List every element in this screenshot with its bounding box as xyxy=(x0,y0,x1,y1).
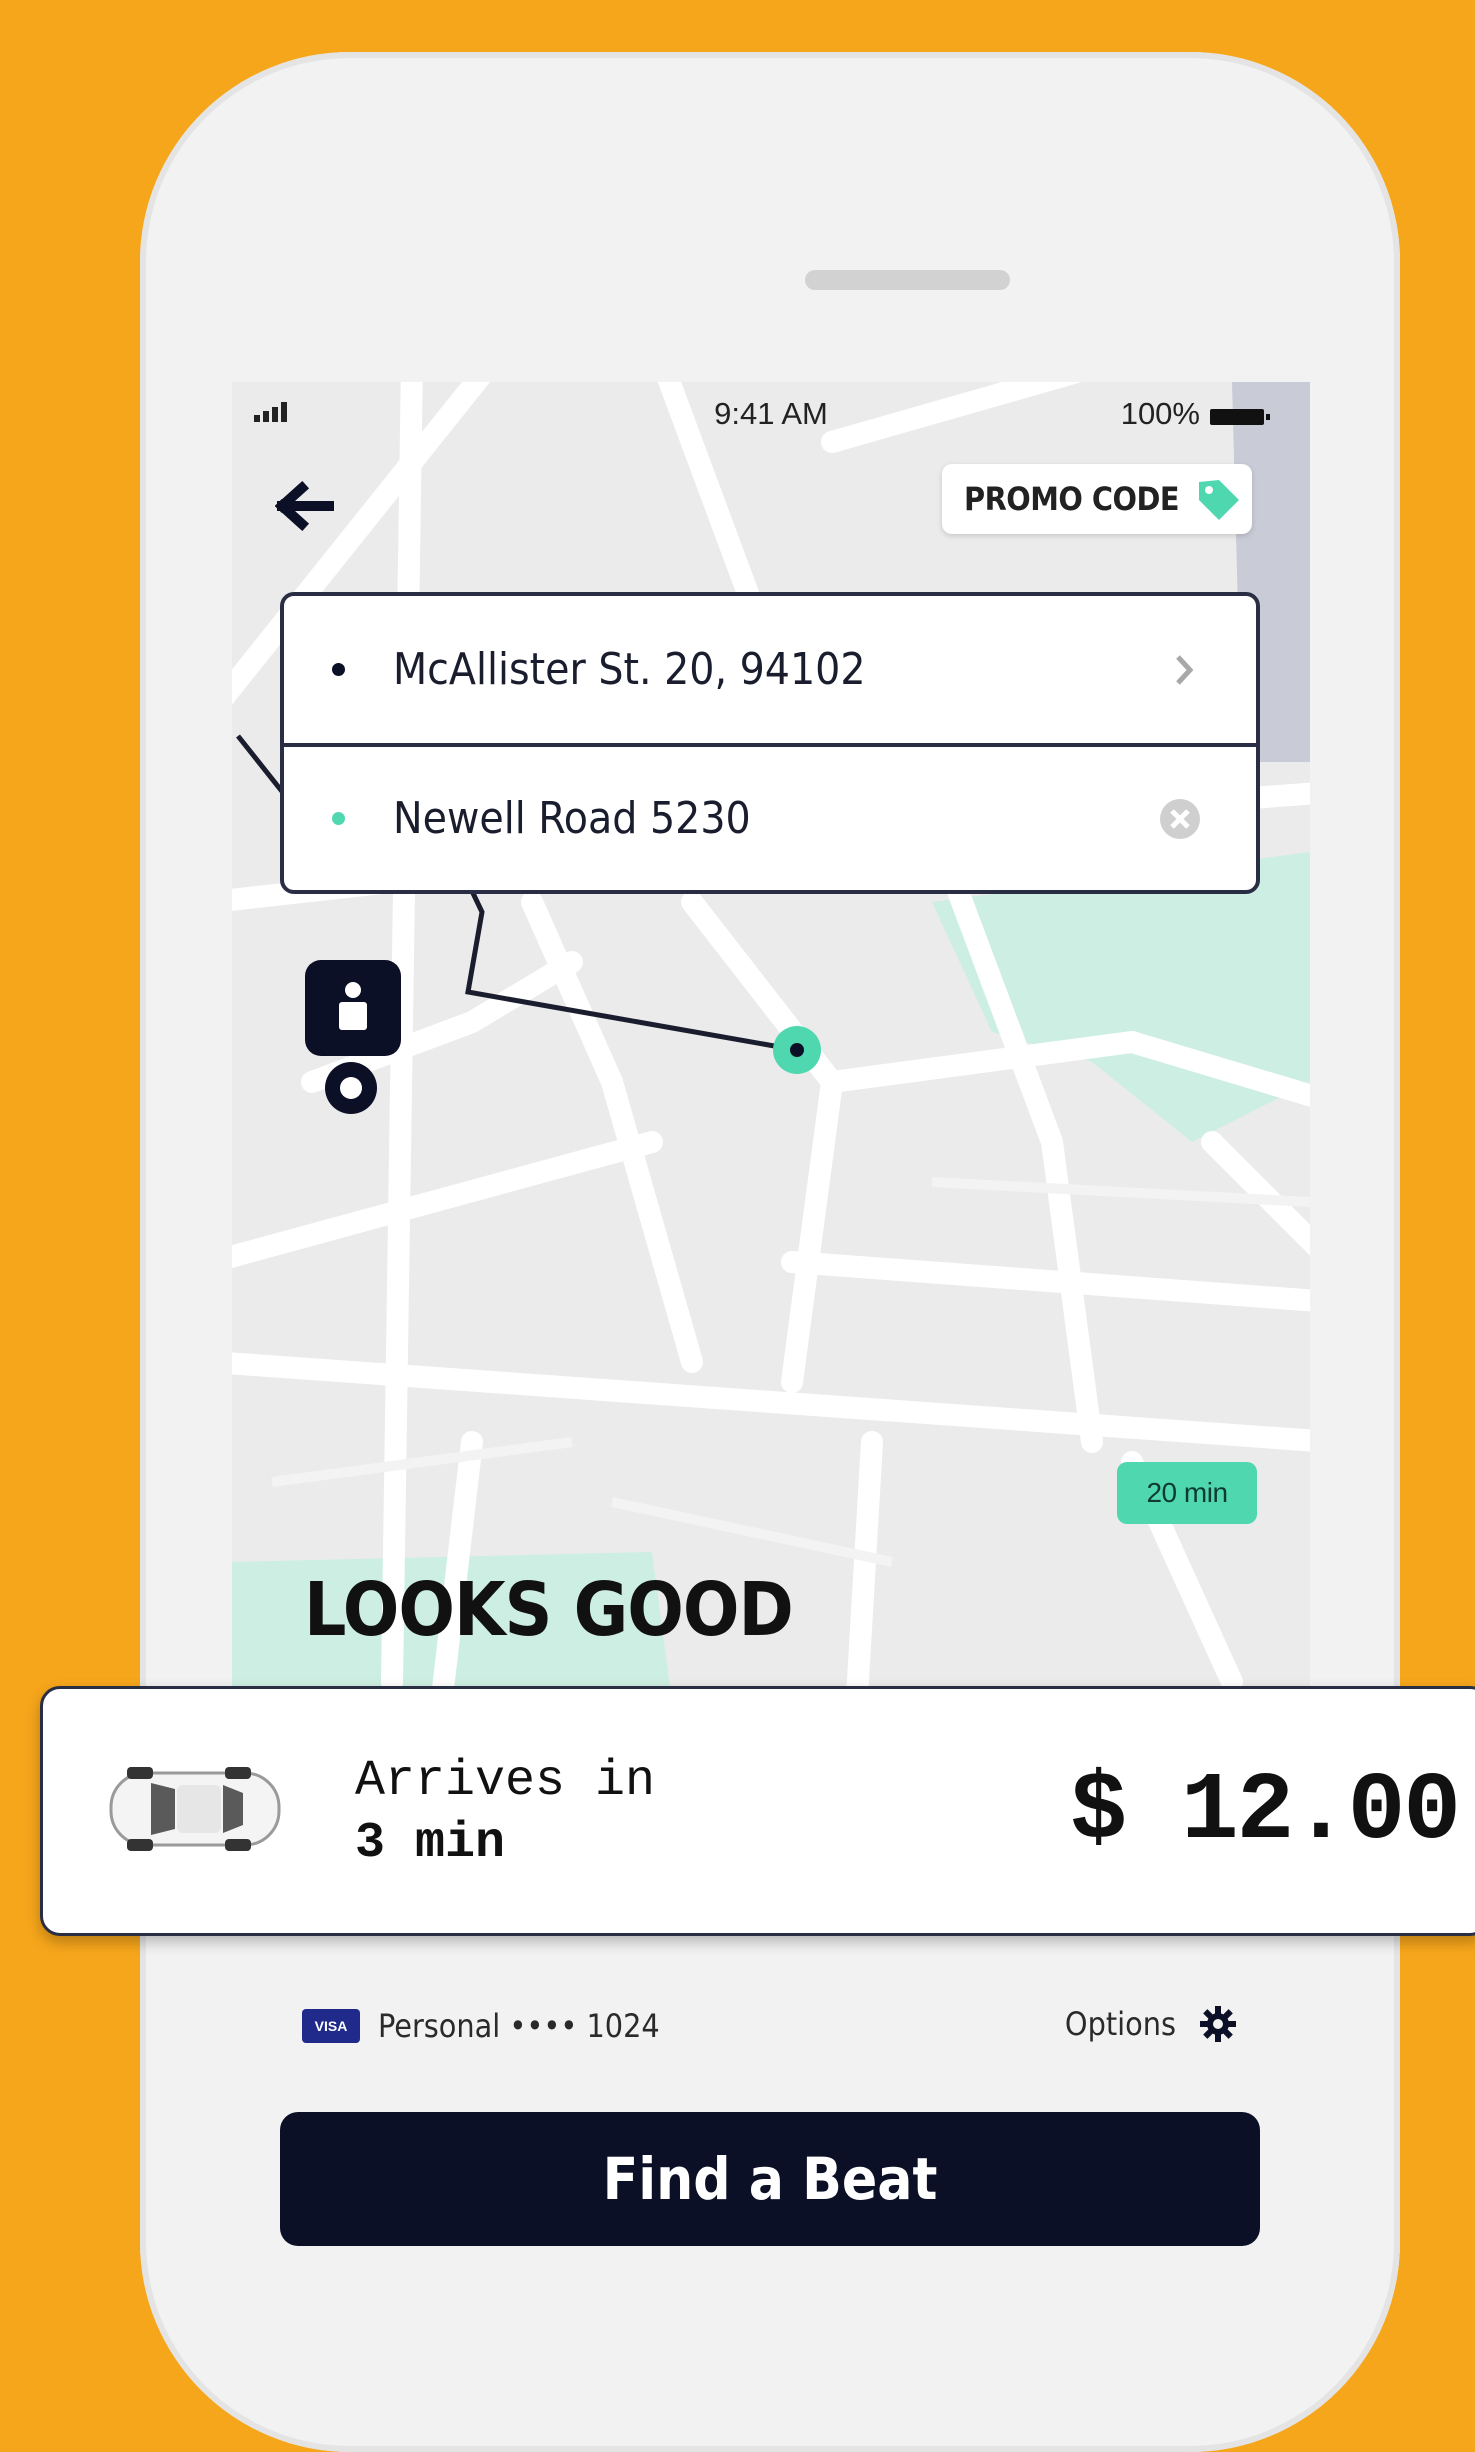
battery-icon xyxy=(1210,409,1270,425)
arrow-left-icon xyxy=(274,480,335,532)
destination-address: Newell Road 5230 xyxy=(393,793,751,844)
options-button[interactable]: Options xyxy=(1065,2004,1238,2044)
clear-icon[interactable] xyxy=(1158,797,1202,841)
car-icon xyxy=(109,1767,281,1851)
ride-summary-card[interactable]: Arrives in 3 min $ 12.00 xyxy=(40,1686,1475,1936)
origin-dot xyxy=(332,663,345,676)
eta-badge: 20 min xyxy=(1117,1462,1257,1524)
pickup-pin-icon xyxy=(325,1062,377,1114)
promo-code-button[interactable]: PROMO CODE xyxy=(942,464,1252,534)
back-button[interactable] xyxy=(274,478,335,534)
arrives-time: 3 min xyxy=(355,1815,506,1872)
payment-method[interactable]: VISA Personal •••• 1024 xyxy=(302,2007,660,2045)
destination-row-dot xyxy=(332,812,345,825)
options-label: Options xyxy=(1064,2005,1176,2043)
person-icon xyxy=(339,982,367,1030)
route-card: McAllister St. 20, 94102 Newell Road 523… xyxy=(280,592,1260,894)
phone-speaker xyxy=(805,270,1010,290)
headline: LOOKS GOOD xyxy=(304,1567,794,1653)
visa-card-icon: VISA xyxy=(302,2009,360,2043)
ride-price: $ 12.00 xyxy=(1069,1757,1461,1866)
find-a-beat-button[interactable]: Find a Beat xyxy=(280,2112,1260,2246)
find-a-beat-label: Find a Beat xyxy=(602,2145,938,2213)
origin-row[interactable]: McAllister St. 20, 94102 xyxy=(284,596,1256,747)
gear-icon xyxy=(1200,2006,1236,2042)
battery-percentage: 100% xyxy=(1120,396,1200,431)
pickup-marker[interactable] xyxy=(305,960,401,1056)
chevron-right-icon xyxy=(1176,654,1194,685)
app-screen: 9:41 AM 100% PROMO CODE McAllister St. 2… xyxy=(232,382,1310,2302)
promo-code-label: PROMO CODE xyxy=(964,480,1180,518)
tag-icon xyxy=(1199,480,1240,520)
payment-label: Personal •••• 1024 xyxy=(378,2007,660,2045)
status-bar: 9:41 AM 100% xyxy=(232,382,1310,452)
origin-address: McAllister St. 20, 94102 xyxy=(393,644,866,695)
destination-row[interactable]: Newell Road 5230 xyxy=(284,745,1256,892)
arrival-info: Arrives in 3 min xyxy=(355,1751,655,1875)
arrives-label: Arrives in xyxy=(355,1753,656,1810)
